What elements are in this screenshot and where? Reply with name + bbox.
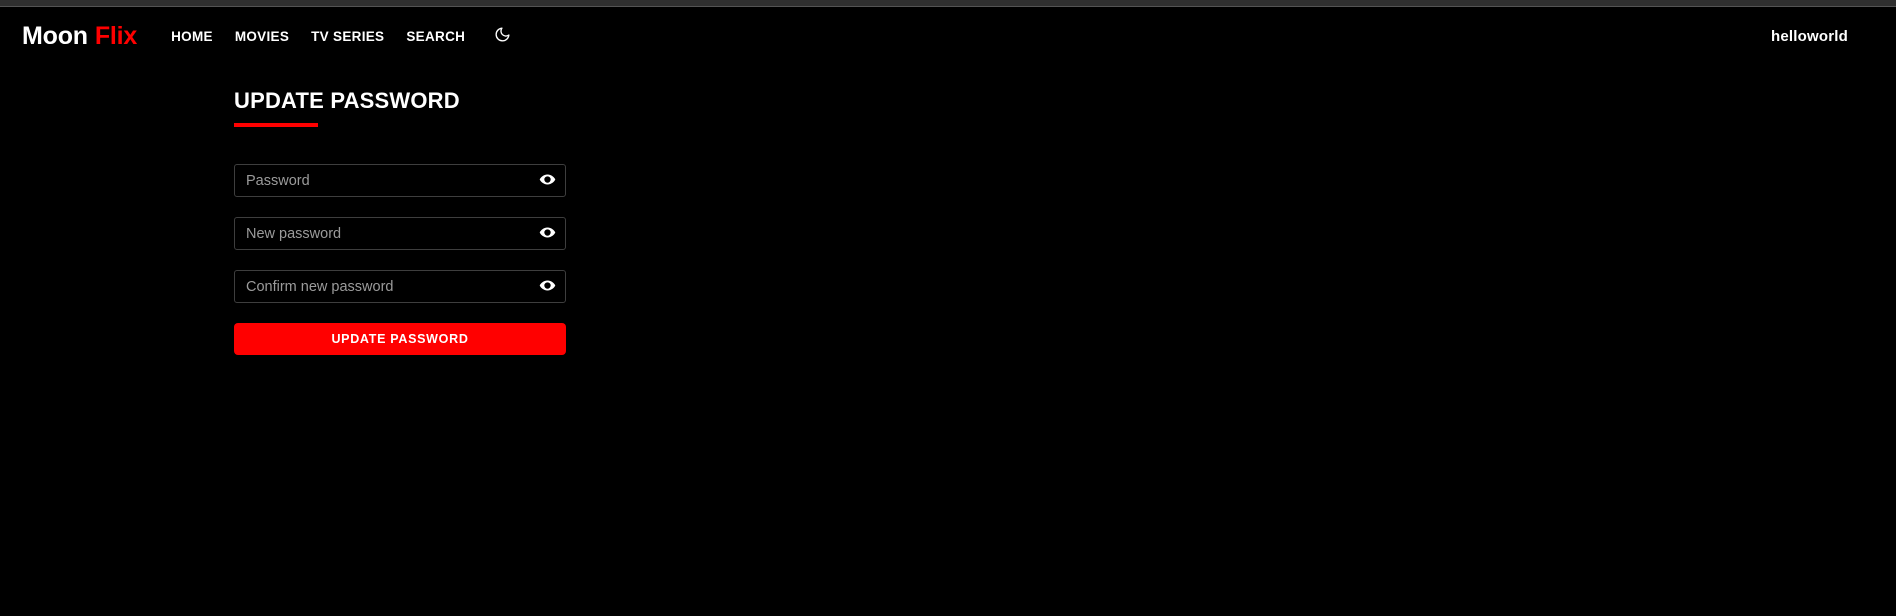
field-confirm-new-password (234, 270, 566, 303)
browser-top-strip (0, 0, 1896, 7)
title-underline-accent (234, 123, 318, 127)
site-header: Moon Flix HOME MOVIES TV SERIES SEARCH h… (0, 8, 1896, 64)
main-content: UPDATE PASSWORD UPDATE PASSWORD (0, 64, 1896, 616)
eye-icon (539, 171, 556, 191)
main-navigation: HOME MOVIES TV SERIES SEARCH (171, 25, 513, 47)
eye-icon (539, 277, 556, 297)
field-new-password (234, 217, 566, 250)
field-current-password (234, 164, 566, 197)
password-fields-group (234, 164, 566, 303)
eye-icon (539, 224, 556, 244)
toggle-new-password-visibility-button[interactable] (536, 223, 558, 245)
page-title: UPDATE PASSWORD (234, 88, 460, 113)
current-password-input[interactable] (234, 164, 566, 197)
update-password-form: UPDATE PASSWORD UPDATE PASSWORD (234, 88, 566, 355)
user-account-label[interactable]: helloworld (1771, 28, 1874, 45)
logo-text-accent: Flix (94, 21, 138, 50)
nav-item-tv-series[interactable]: TV SERIES (311, 29, 384, 44)
nav-item-home[interactable]: HOME (171, 29, 213, 44)
nav-item-search[interactable]: SEARCH (406, 29, 465, 44)
toggle-current-password-visibility-button[interactable] (536, 170, 558, 192)
page-root: Moon Flix HOME MOVIES TV SERIES SEARCH h… (0, 8, 1896, 616)
update-password-submit-button[interactable]: UPDATE PASSWORD (234, 323, 566, 355)
confirm-new-password-input[interactable] (234, 270, 566, 303)
site-logo[interactable]: Moon Flix (22, 22, 137, 51)
toggle-confirm-new-password-visibility-button[interactable] (536, 276, 558, 298)
logo-text-primary: Moon (22, 21, 88, 50)
theme-toggle-button[interactable] (491, 25, 513, 47)
moon-icon (494, 26, 511, 46)
nav-item-movies[interactable]: MOVIES (235, 29, 289, 44)
new-password-input[interactable] (234, 217, 566, 250)
